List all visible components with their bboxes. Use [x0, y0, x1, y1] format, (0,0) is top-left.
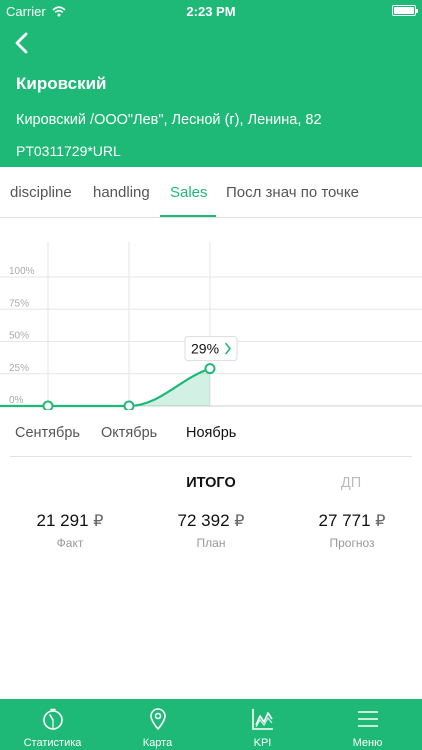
chart-point-Октябрь	[123, 400, 135, 410]
chart-tick-label: 75%	[9, 298, 29, 309]
month-selector: Сентябрь Октябрь Ноябрь	[0, 420, 422, 446]
summary-heading-dp[interactable]: ДП	[291, 475, 411, 491]
status-time: 2:23 PM	[186, 4, 236, 19]
fact-amount: 21 291	[36, 511, 89, 530]
kpi-tabs: discipline handling Sales Посл знач по т…	[0, 167, 422, 218]
sales-chart: 100% 75% 50% 25% 0% 29%	[0, 242, 422, 410]
summary-heading-total: ИТОГО	[186, 475, 236, 491]
forecast-value: 27 771 ₽	[282, 511, 422, 531]
chart-tick-label: 100%	[9, 266, 35, 277]
divider	[10, 456, 412, 457]
tab-sales[interactable]: Sales	[170, 184, 208, 201]
back-button[interactable]	[10, 30, 36, 56]
tabbar-item-map[interactable]: Карта	[105, 699, 210, 750]
status-bar: Carrier 2:23 PM	[0, 0, 422, 22]
tabbar-label-menu: Меню	[352, 737, 383, 749]
currency-sign: ₽	[375, 513, 386, 530]
month-september[interactable]: Сентябрь	[15, 425, 80, 441]
fact-value: 21 291 ₽	[0, 511, 140, 531]
plan-value: 72 392 ₽	[141, 511, 281, 531]
header: Carrier 2:23 PM Кировский Кировский /ООО…	[0, 0, 422, 167]
chart-tick-label: 25%	[9, 363, 29, 374]
outlet-address: Кировский /ООО"Лев", Лесной (г), Ленина,…	[16, 112, 322, 128]
tabbar-item-kpi[interactable]: KPI	[210, 699, 315, 750]
month-november[interactable]: Ноябрь	[186, 425, 236, 441]
chart-tick-label: 0%	[9, 395, 24, 406]
tab-discipline[interactable]: discipline	[10, 184, 72, 201]
currency-sign: ₽	[234, 513, 245, 530]
stopwatch-icon	[43, 708, 63, 730]
line-chart-icon	[252, 709, 273, 730]
tabbar-label-kpi: KPI	[253, 737, 272, 749]
fact-label: Факт	[56, 536, 84, 550]
plan-label: План	[196, 536, 226, 550]
battery-icon	[392, 5, 418, 16]
tab-handling[interactable]: handling	[93, 184, 150, 201]
chart-tick-label: 50%	[9, 331, 29, 342]
hamburger-menu-icon	[358, 711, 378, 727]
month-october[interactable]: Октябрь	[101, 425, 157, 441]
chart-point-Ноябрь	[204, 363, 216, 375]
map-pin-icon	[150, 708, 166, 730]
chart-callout-value: 29%	[191, 341, 219, 357]
forecast-amount: 27 771	[318, 511, 371, 530]
tabbar-item-statistics[interactable]: Статистика	[0, 699, 105, 750]
tab-last-values[interactable]: Посл знач по точке	[226, 184, 359, 201]
forecast-label: Прогноз	[329, 536, 375, 550]
currency-sign: ₽	[93, 513, 104, 530]
chevron-left-icon	[15, 32, 28, 54]
active-tab-indicator	[160, 215, 216, 217]
plan-amount: 72 392	[177, 511, 230, 530]
tabbar-item-menu[interactable]: Меню	[315, 699, 420, 750]
tabbar-label-map: Карта	[142, 737, 173, 749]
chart-point-Сентябрь	[42, 400, 54, 410]
tabbar-label-statistics: Статистика	[23, 737, 82, 749]
page-title: Кировский	[16, 74, 107, 93]
bottom-tab-bar: Статистика Карта KPI Меню	[0, 699, 422, 750]
outlet-code: PT0311729*URL	[16, 143, 121, 159]
